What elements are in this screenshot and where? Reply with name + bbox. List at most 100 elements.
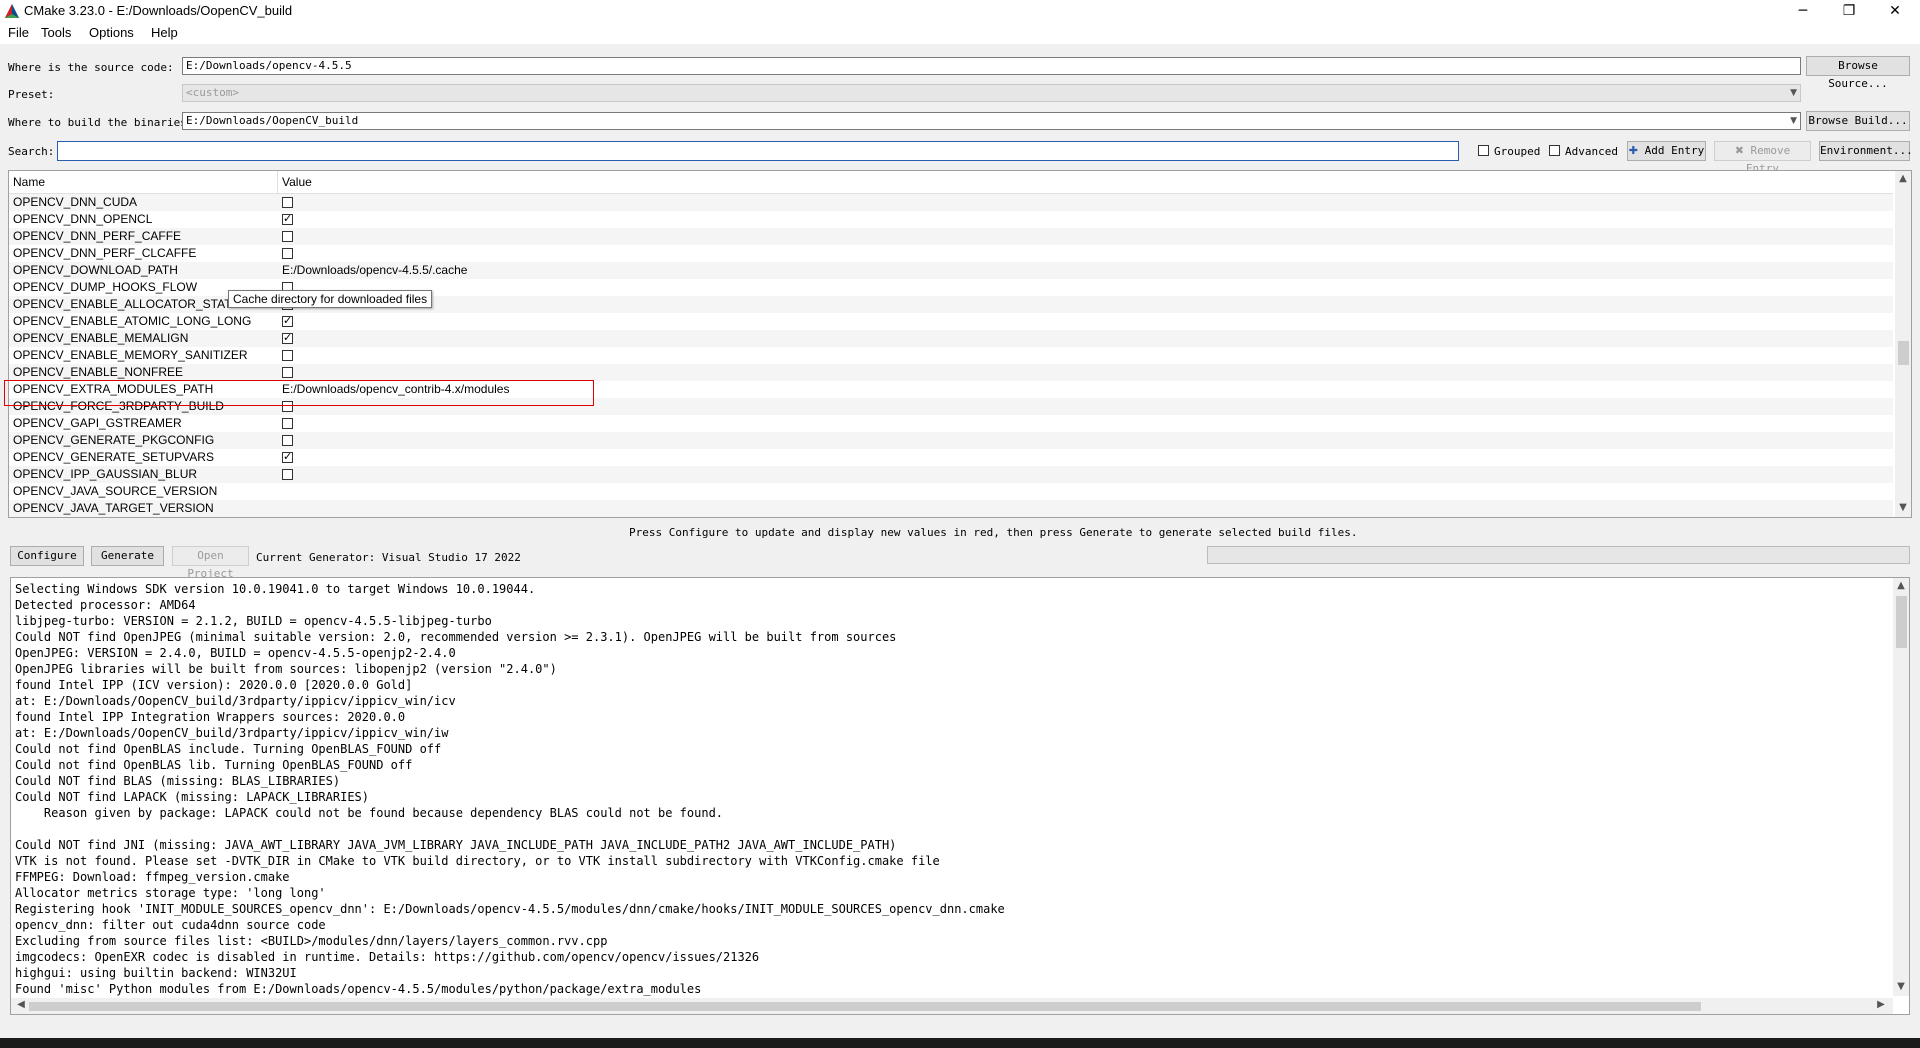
table-scrollbar[interactable]: ▲ ▼ [1895, 171, 1911, 517]
cell-name: OPENCV_IPP_GAUSSIAN_BLUR [13, 467, 198, 481]
scroll-up-icon[interactable]: ▲ [1893, 580, 1909, 591]
remove-entry-button[interactable]: ✖ Remove Entry [1714, 141, 1811, 175]
value-checkbox[interactable] [282, 418, 293, 429]
table-row[interactable]: OPENCV_DNN_OPENCL [9, 211, 1893, 228]
menu-bar [0, 22, 1920, 44]
column-header-value[interactable]: Value [282, 175, 312, 189]
value-checkbox[interactable] [282, 450, 293, 463]
menu-options[interactable]: Options [89, 25, 134, 40]
scroll-right-icon[interactable]: ▶ [1873, 999, 1889, 1010]
chevron-down-icon: ▼ [1790, 88, 1797, 98]
cell-name: OPENCV_ENABLE_MEMALIGN [13, 331, 189, 345]
cell-name: OPENCV_ENABLE_MEMORY_SANITIZER [13, 348, 248, 362]
environment-button[interactable]: Environment... [1819, 141, 1913, 161]
log-line: found Intel IPP (ICV version): 2020.0.0 … [15, 678, 413, 692]
log-line: Selecting Windows SDK version 10.0.19041… [15, 582, 536, 596]
preset-dropdown[interactable]: <custom> ▼ [182, 84, 1801, 102]
minimize-button[interactable]: ─ [1780, 0, 1826, 22]
menu-help[interactable]: Help [151, 25, 178, 40]
window-title: CMake 3.23.0 - E:/Downloads/OopenCV_buil… [24, 3, 293, 18]
table-row[interactable]: OPENCV_ENABLE_MEMALIGN [9, 330, 1893, 347]
menu-tools[interactable]: Tools [41, 25, 71, 40]
maximize-button[interactable]: ❐ [1826, 0, 1872, 22]
scroll-thumb[interactable] [29, 1002, 1701, 1011]
value-checkbox[interactable] [282, 367, 293, 378]
column-divider[interactable] [277, 171, 278, 193]
log-line: Could not find OpenBLAS lib. Turning Ope… [15, 758, 413, 772]
table-row[interactable]: OPENCV_GENERATE_PKGCONFIG [9, 432, 1893, 449]
table-row[interactable]: OPENCV_JAVA_TARGET_VERSION [9, 500, 1893, 517]
configure-button[interactable]: Configure [10, 546, 84, 566]
value-checkbox[interactable] [282, 350, 293, 361]
log-line: Excluding from source files list: <BUILD… [15, 934, 608, 948]
preset-label: Preset: [8, 88, 55, 101]
add-entry-label: Add Entry [1644, 144, 1705, 157]
tooltip: Cache directory for downloaded files [228, 290, 433, 308]
cache-table[interactable]: Name Value OPENCV_DNN_CUDA OPENCV_DNN_OPE… [8, 170, 1912, 518]
table-row[interactable]: OPENCV_DOWNLOAD_PATH E:/Downloads/opencv-… [9, 262, 1893, 279]
log-line: imgcodecs: OpenEXR codec is disabled in … [15, 950, 760, 964]
value-checkbox[interactable] [282, 212, 293, 225]
cell-name: OPENCV_DUMP_HOOKS_FLOW [13, 280, 198, 294]
cell-value[interactable]: E:/Downloads/opencv-4.5.5/.cache [282, 263, 467, 277]
table-row[interactable]: OPENCV_IPP_GAUSSIAN_BLUR [9, 466, 1893, 483]
cell-name: OPENCV_DNN_PERF_CAFFE [13, 229, 182, 243]
table-row[interactable]: OPENCV_ENABLE_NONFREE [9, 364, 1893, 381]
cell-name: OPENCV_DNN_OPENCL [13, 212, 153, 226]
value-checkbox[interactable] [282, 248, 293, 259]
log-line: Detected processor: AMD64 [15, 598, 196, 612]
log-horizontal-scrollbar[interactable]: ◀ ▶ [11, 998, 1893, 1014]
cmake-logo-icon [5, 4, 19, 18]
preset-value: <custom> [186, 86, 239, 99]
log-line: Could NOT find OpenJPEG (minimal suitabl… [15, 630, 897, 644]
menu-file[interactable]: File [8, 25, 29, 40]
browse-build-button[interactable]: Browse Build... [1806, 111, 1910, 131]
value-checkbox[interactable] [282, 197, 293, 208]
add-entry-button[interactable]: ✚ Add Entry [1627, 141, 1706, 161]
browse-source-button[interactable]: Browse Source... [1806, 56, 1910, 90]
open-project-button[interactable]: Open Project [172, 546, 249, 580]
value-checkbox[interactable] [282, 231, 293, 242]
log-line: at: E:/Downloads/OopenCV_build/3rdparty/… [15, 694, 456, 708]
value-checkbox[interactable] [282, 469, 293, 480]
grouped-checkbox[interactable] [1478, 145, 1489, 156]
output-log[interactable]: Selecting Windows SDK version 10.0.19041… [10, 577, 1910, 1015]
close-button[interactable]: ✕ [1872, 0, 1918, 22]
table-row[interactable]: OPENCV_ENABLE_MEMORY_SANITIZER [9, 347, 1893, 364]
column-header-name[interactable]: Name [13, 175, 45, 189]
table-row[interactable]: OPENCV_DNN_CUDA [9, 194, 1893, 211]
scroll-thumb[interactable] [1896, 596, 1907, 648]
cell-name: OPENCV_ENABLE_ALLOCATOR_STATS [13, 297, 240, 311]
advanced-checkbox[interactable] [1549, 145, 1560, 156]
table-row[interactable]: OPENCV_GAPI_GSTREAMER [9, 415, 1893, 432]
value-checkbox[interactable] [282, 314, 293, 327]
generate-button[interactable]: Generate [91, 546, 164, 566]
search-input[interactable] [57, 141, 1459, 161]
table-row[interactable]: OPENCV_JAVA_SOURCE_VERSION [9, 483, 1893, 500]
table-body: OPENCV_DNN_CUDA OPENCV_DNN_OPENCL OPENCV_D… [9, 194, 1893, 517]
scroll-down-icon[interactable]: ▼ [1895, 502, 1911, 513]
cell-name: OPENCV_GENERATE_SETUPVARS [13, 450, 214, 464]
scroll-left-icon[interactable]: ◀ [13, 999, 29, 1010]
log-line: OpenJPEG libraries will be built from so… [15, 662, 557, 676]
table-row[interactable]: OPENCV_DNN_PERF_CLCAFFE [9, 245, 1893, 262]
cell-name: OPENCV_JAVA_TARGET_VERSION [13, 501, 214, 515]
scroll-down-icon[interactable]: ▼ [1893, 981, 1909, 992]
table-row[interactable]: OPENCV_ENABLE_ATOMIC_LONG_LONG [9, 313, 1893, 330]
table-row[interactable]: OPENCV_DNN_PERF_CAFFE [9, 228, 1893, 245]
log-vertical-scrollbar[interactable]: ▲ ▼ [1893, 578, 1909, 996]
table-row[interactable]: OPENCV_GENERATE_SETUPVARS [9, 449, 1893, 466]
scroll-thumb[interactable] [1898, 341, 1909, 365]
cell-name: OPENCV_ENABLE_ATOMIC_LONG_LONG [13, 314, 252, 328]
cell-name: OPENCV_DOWNLOAD_PATH [13, 263, 178, 277]
current-generator-text: Current Generator: Visual Studio 17 2022 [256, 551, 521, 564]
binaries-dropdown[interactable]: E:/Downloads/OopenCV_build ▼ [182, 112, 1801, 130]
log-line: Could not find OpenBLAS include. Turning… [15, 742, 442, 756]
log-line: Could NOT find JNI (missing: JAVA_AWT_LI… [15, 838, 897, 852]
value-checkbox[interactable] [282, 331, 293, 344]
value-checkbox[interactable] [282, 435, 293, 446]
scroll-up-icon[interactable]: ▲ [1895, 173, 1911, 184]
binaries-value: E:/Downloads/OopenCV_build [186, 114, 359, 127]
source-input[interactable]: E:/Downloads/opencv-4.5.5 [182, 57, 1801, 75]
